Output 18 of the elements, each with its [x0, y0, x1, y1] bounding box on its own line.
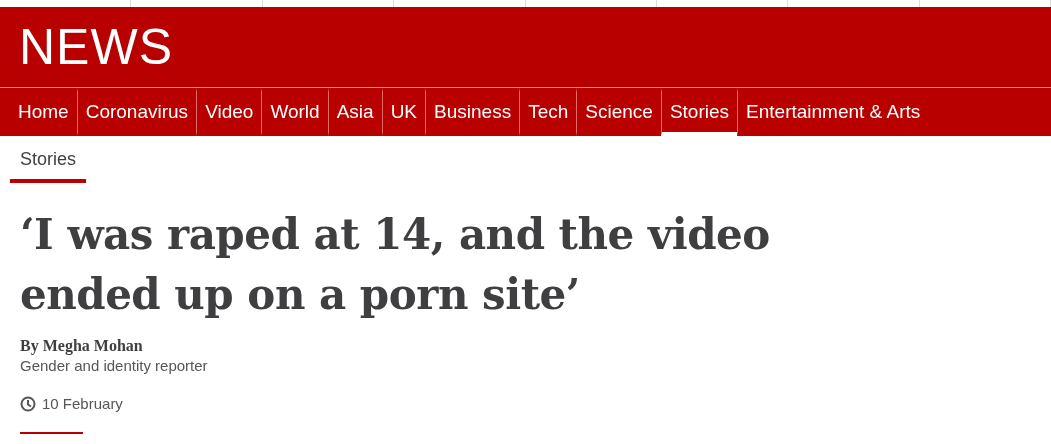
nav-link[interactable]: Asia: [327, 88, 382, 136]
nav-link[interactable]: World: [261, 88, 328, 136]
news-logo[interactable]: NEWS: [19, 22, 173, 72]
author-role: Gender and identity reporter: [20, 357, 209, 374]
nav-link[interactable]: Entertainment & Arts: [737, 88, 929, 136]
nav-link[interactable]: Tech: [519, 88, 577, 136]
headline: ‘I was raped at 14, and the video ended up on a porn site’: [20, 209, 771, 321]
publish-date: 10 February: [42, 395, 123, 412]
clock-icon: [20, 395, 36, 412]
byline: By Megha Mohan: [20, 337, 144, 355]
nav-link[interactable]: Science: [576, 88, 661, 136]
nav-link[interactable]: Business: [425, 88, 520, 136]
nav-link[interactable]: Stories: [660, 88, 738, 136]
nav-link[interactable]: Video: [196, 88, 262, 136]
nav-link[interactable]: Home: [10, 88, 77, 136]
section-link[interactable]: Stories: [10, 146, 87, 183]
nav-link[interactable]: UK: [381, 88, 426, 136]
nav-link[interactable]: Coronavirus: [76, 88, 197, 136]
